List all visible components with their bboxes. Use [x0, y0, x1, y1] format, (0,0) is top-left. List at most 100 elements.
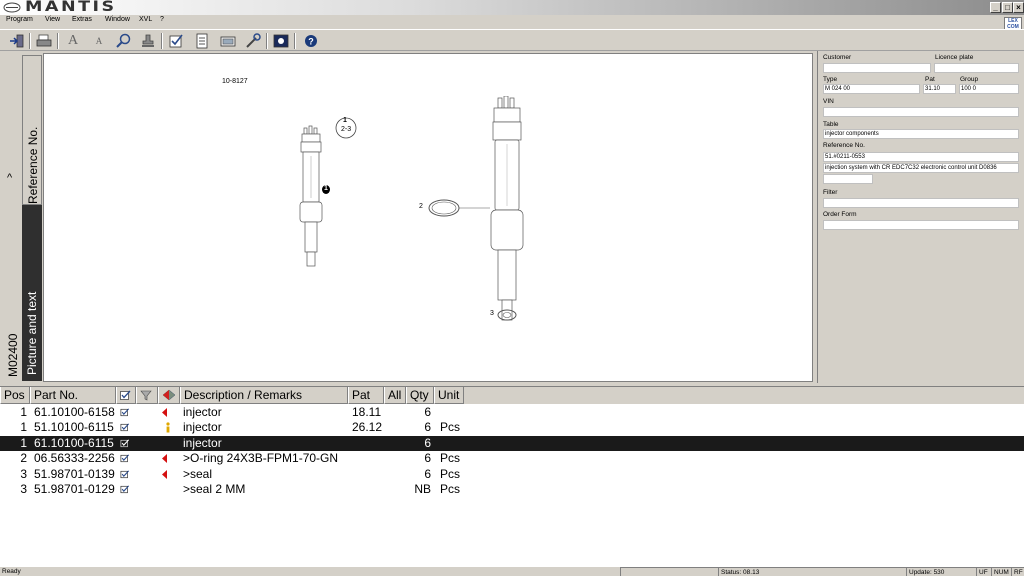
- vin-field[interactable]: [823, 107, 1019, 117]
- row-checkbox-icon[interactable]: [120, 454, 130, 463]
- tools-icon[interactable]: [243, 32, 263, 50]
- cell-pos: 1: [20, 405, 27, 419]
- menu-view[interactable]: View: [45, 16, 60, 23]
- status-version: Status: 08.13: [718, 567, 906, 576]
- cell-description: injector: [183, 405, 222, 419]
- stamp-icon[interactable]: [138, 32, 158, 50]
- filter-label: Filter: [823, 189, 838, 196]
- close-button[interactable]: ×: [1013, 2, 1024, 13]
- cell-unit: Pcs: [440, 466, 461, 481]
- order-form-field[interactable]: [823, 220, 1019, 230]
- cell-part-no: 06.56333-2256: [34, 451, 115, 466]
- cell-pos: 3: [20, 482, 27, 496]
- font-smaller-icon[interactable]: A: [89, 32, 109, 50]
- minimize-button[interactable]: _: [990, 2, 1001, 13]
- col-part-no[interactable]: Part No.: [30, 387, 116, 404]
- col-qty[interactable]: Qty: [406, 387, 434, 404]
- group-field[interactable]: 100 0: [959, 84, 1019, 94]
- col-filter[interactable]: [136, 387, 158, 404]
- type-field[interactable]: M 024 00: [823, 84, 920, 94]
- menu-program[interactable]: Program: [6, 16, 33, 23]
- maximize-button[interactable]: □: [1002, 2, 1013, 13]
- table-row[interactable]: 3 51.98701-0129 >seal 2 MM NB Pcs: [0, 482, 1024, 497]
- customer-label: Customer: [823, 54, 852, 61]
- exit-icon[interactable]: [7, 32, 27, 50]
- cell-pat: 18.11: [352, 405, 382, 419]
- cell-description: >seal: [183, 466, 213, 481]
- col-unit[interactable]: Unit: [434, 387, 464, 404]
- collapse-caret[interactable]: ^: [7, 172, 12, 184]
- row-checkbox-icon[interactable]: [120, 423, 130, 432]
- cell-pos: 1: [20, 420, 27, 435]
- callout-1-top: 1: [343, 117, 347, 124]
- licence-plate-field[interactable]: [934, 63, 1019, 73]
- menu-window[interactable]: Window: [105, 16, 130, 23]
- o-ring-drawing: [428, 199, 490, 217]
- document-icon[interactable]: [192, 32, 212, 50]
- filter-field[interactable]: [823, 198, 1019, 208]
- status-rf: RF: [1011, 567, 1024, 576]
- pat-field[interactable]: 31.10: [923, 84, 956, 94]
- cell-part-no: 61.10100-6115: [34, 435, 114, 450]
- cell-description: >O-ring 24X3B-FPM1-70-GN: [183, 451, 339, 466]
- zoom-icon[interactable]: [114, 32, 134, 50]
- licence-plate-label: Licence plate: [935, 54, 974, 61]
- menu-xvl[interactable]: XVL: [139, 16, 152, 23]
- info-marker-icon: [166, 422, 170, 433]
- cell-unit: Pcs: [440, 451, 461, 466]
- help-icon[interactable]: ?: [301, 32, 321, 50]
- picture-icon[interactable]: [271, 32, 291, 50]
- status-uf: UF: [976, 567, 991, 576]
- cell-part-no: 51.98701-0129: [34, 482, 115, 496]
- menu-extras[interactable]: Extras: [72, 16, 92, 23]
- col-pat[interactable]: Pat: [348, 387, 384, 404]
- row-checkbox-icon[interactable]: [120, 408, 130, 417]
- flags-icon: [162, 389, 176, 401]
- row-checkbox-icon[interactable]: [120, 470, 130, 479]
- parts-drawing[interactable]: 10-8127 1 2-3 1 2 3: [43, 53, 813, 382]
- col-flags[interactable]: [158, 387, 180, 404]
- reference-no-label: Reference No.: [823, 142, 865, 149]
- customer-field[interactable]: [823, 63, 931, 73]
- table-row[interactable]: 1 51.10100-6115 injector 26.12 6 Pcs: [0, 420, 1024, 435]
- table-row[interactable]: 2 06.56333-2256 >O-ring 24X3B-FPM1-70-GN 6 P…: [0, 451, 1024, 466]
- col-all[interactable]: All: [384, 387, 406, 404]
- row-checkbox-icon[interactable]: [120, 485, 130, 494]
- cell-description: >seal 2 MM: [183, 482, 246, 496]
- cell-qty: NB: [414, 482, 431, 496]
- table-row[interactable]: 3 51.98701-0139 >seal 6 Pcs: [0, 467, 1024, 482]
- reference-extra-field[interactable]: [823, 174, 873, 184]
- tab-picture-and-text[interactable]: Picture and text: [22, 205, 42, 381]
- cell-part-no: 51.10100-6115: [34, 420, 114, 435]
- checkbox-icon: [120, 390, 131, 400]
- checklist-icon[interactable]: [166, 32, 186, 50]
- print-icon[interactable]: [34, 32, 54, 50]
- reference-description-field[interactable]: injection system with CR EDC7C32 electro…: [823, 163, 1019, 173]
- reference-no-field[interactable]: 51.#0211-0553: [823, 152, 1019, 162]
- folder-icon[interactable]: [218, 32, 238, 50]
- cell-part-no: 51.98701-0139: [34, 466, 115, 481]
- cell-qty: 6: [424, 451, 431, 466]
- cell-unit: Pcs: [440, 482, 461, 496]
- order-form-label: Order Form: [823, 211, 857, 218]
- font-larger-icon[interactable]: A: [63, 32, 83, 50]
- table-row[interactable]: 1 61.10100-6115 injector 6: [0, 435, 1024, 451]
- app-title: MANTIS: [25, 0, 117, 15]
- funnel-icon: [140, 390, 152, 401]
- status-ready: Ready: [2, 568, 21, 575]
- table-row[interactable]: 1 61.10100-6158 injector 18.11 6: [0, 405, 1024, 420]
- table-header: Pos Part No. Description / Remarks Pat A…: [0, 387, 1024, 404]
- row-checkbox-icon[interactable]: [120, 439, 130, 448]
- col-check[interactable]: [116, 387, 136, 404]
- parts-table: Pos Part No. Description / Remarks Pat A…: [0, 386, 1024, 566]
- cell-description: injector: [183, 435, 222, 450]
- col-description[interactable]: Description / Remarks: [180, 387, 348, 404]
- col-pos[interactable]: Pos: [0, 387, 30, 404]
- cell-pos: 2: [20, 451, 27, 466]
- side-tabs: Reference No. Picture and text ^ M02400: [3, 53, 42, 383]
- table-field[interactable]: injector components: [823, 129, 1019, 139]
- menu-help[interactable]: ?: [160, 16, 164, 23]
- tab-reference-no[interactable]: Reference No.: [22, 55, 42, 205]
- status-blank: [620, 567, 718, 576]
- cell-qty: 6: [424, 405, 431, 419]
